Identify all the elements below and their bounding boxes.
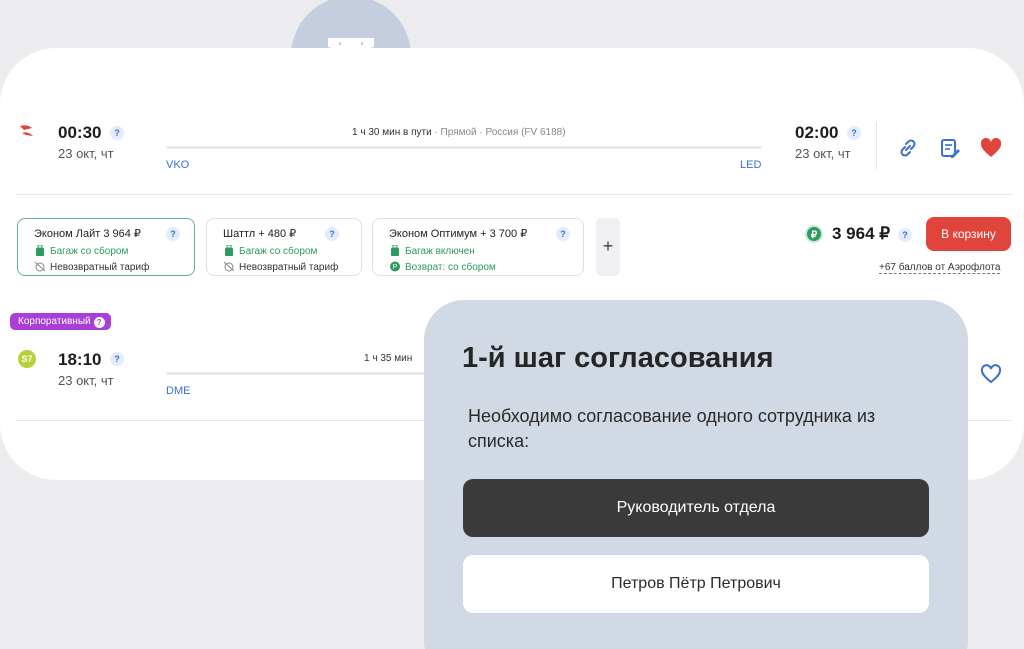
fare-baggage-label: Багаж со сбором	[50, 246, 129, 257]
help-icon[interactable]: ?	[93, 317, 105, 328]
fare-option-econom-optimum[interactable]: Эконом Оптимум + 3 700 ₽ ? Багаж включен…	[372, 218, 584, 276]
luggage-icon	[36, 245, 44, 256]
fare-refund-label: Возврат: со сбором	[405, 262, 496, 273]
fare-name: Эконом Оптимум + 3 700 ₽	[389, 228, 528, 240]
origin-airport[interactable]: VKO	[166, 159, 189, 171]
origin-airport[interactable]: DME	[166, 385, 190, 397]
popup-title: 1-й шаг согласования	[462, 342, 774, 374]
fare-refund: P Возврат: со сбором	[389, 261, 496, 273]
fare-baggage-label: Багаж включен	[405, 246, 475, 257]
departure-time: 18:10	[58, 350, 102, 369]
heart-icon[interactable]	[979, 136, 1003, 160]
arrival-date: 23 окт, чт	[795, 146, 851, 161]
aeroflot-logo	[20, 125, 33, 136]
luggage-icon	[391, 245, 399, 256]
fare-name: Эконом Лайт 3 964 ₽	[34, 228, 141, 240]
flight-details: · Прямой · Россия (FV 6188)	[431, 127, 566, 138]
heart-outline-icon[interactable]	[979, 362, 1003, 386]
help-icon[interactable]: ?	[556, 227, 570, 241]
approver-option-petrov[interactable]: Петров Пётр Петрович	[463, 555, 929, 613]
fare-refund-label: Невозвратный тариф	[239, 262, 339, 273]
price: 3 964 ₽	[832, 224, 891, 243]
svg-text:P: P	[393, 264, 398, 271]
bonus-points-link[interactable]: +67 баллов от Аэрофлота	[879, 262, 1001, 274]
fare-baggage: Багаж со сбором	[34, 245, 128, 257]
help-icon[interactable]: ?	[166, 227, 180, 241]
destination-airport[interactable]: LED	[740, 159, 761, 171]
help-icon[interactable]: ?	[110, 126, 124, 140]
luggage-icon	[225, 245, 233, 256]
more-fares-button[interactable]: +	[596, 218, 620, 276]
corporate-badge: Корпоративный?	[10, 313, 111, 330]
route-info: 1 ч 30 мин в пути · Прямой · Россия (FV …	[352, 127, 566, 138]
fare-option-econom-light[interactable]: Эконом Лайт 3 964 ₽ ? Багаж со сбором Не…	[17, 218, 195, 276]
route-line	[166, 372, 466, 375]
departure-date: 23 окт, чт	[58, 373, 114, 388]
no-refund-icon	[223, 261, 235, 272]
approver-option-department-head[interactable]: Руководитель отдела	[463, 479, 929, 537]
fare-baggage: Багаж со сбором	[223, 245, 317, 257]
note-icon[interactable]	[938, 136, 962, 160]
fare-refund: Невозвратный тариф	[223, 261, 338, 273]
help-icon[interactable]: ?	[847, 126, 861, 140]
help-icon[interactable]: ?	[898, 228, 912, 242]
refund-icon: P	[390, 261, 400, 272]
fare-baggage-label: Багаж со сбором	[239, 246, 318, 257]
help-icon[interactable]: ?	[110, 352, 124, 366]
flight-duration: 1 ч 30 мин в пути	[352, 127, 432, 138]
departure-time: 00:30	[58, 123, 102, 142]
fare-refund-label: Невозвратный тариф	[50, 262, 150, 273]
corporate-badge-label: Корпоративный	[18, 316, 91, 327]
flight-duration: 1 ч 35 мин	[364, 353, 413, 364]
link-icon[interactable]	[896, 136, 920, 160]
divider	[16, 194, 1012, 195]
route-line	[166, 146, 762, 149]
fare-baggage: Багаж включен	[389, 245, 475, 257]
popup-description: Необходимо согласование одного сотрудник…	[468, 406, 876, 451]
add-to-cart-button[interactable]: В корзину	[926, 217, 1011, 251]
arrival-time: 02:00	[795, 123, 839, 142]
help-icon[interactable]: ?	[325, 227, 339, 241]
approval-popup: 1-й шаг согласования Необходимо согласов…	[424, 300, 968, 649]
s7-logo: S7	[18, 350, 36, 368]
ruble-coin-icon: ₽	[805, 225, 823, 243]
fare-name: Шаттл + 480 ₽	[223, 228, 297, 240]
fare-option-shuttle[interactable]: Шаттл + 480 ₽ ? Багаж со сбором Невозвра…	[206, 218, 362, 276]
departure-date: 23 окт, чт	[58, 146, 114, 161]
fare-refund: Невозвратный тариф	[34, 261, 149, 273]
flight-row-1[interactable]: 00:30 ? 23 окт, чт 1 ч 30 мин в пути · П…	[0, 100, 1024, 192]
no-refund-icon	[34, 261, 46, 272]
divider	[876, 122, 877, 170]
